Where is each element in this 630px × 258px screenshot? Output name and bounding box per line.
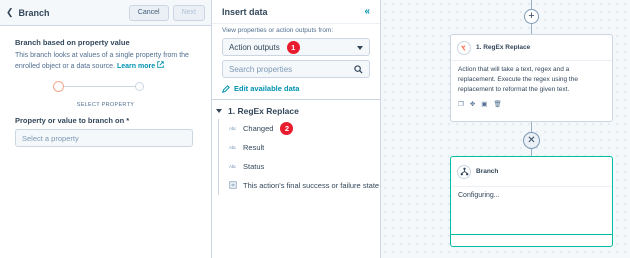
- list-item[interactable]: Abc Changed 2: [219, 119, 380, 138]
- branch-card-title: Branch: [476, 168, 499, 175]
- move-icon[interactable]: ✥: [470, 100, 475, 108]
- step-badge-1: 1: [286, 40, 300, 54]
- insert-data-panel: Insert data « View properties or action …: [212, 0, 381, 258]
- chevron-down-icon: [216, 109, 222, 113]
- search-placeholder: Search properties: [229, 64, 293, 74]
- panel-title: Branch: [18, 7, 50, 18]
- action-group-title: 1. RegEx Replace: [228, 106, 299, 116]
- list-item[interactable]: Abc Result: [219, 138, 380, 157]
- view-from-label: View properties or action outputs from:: [222, 27, 334, 34]
- branch-config-panel: ❮ Branch Cancel Next Branch based on pro…: [0, 0, 212, 258]
- action-card-title: 1. RegEx Replace: [476, 44, 531, 51]
- close-icon[interactable]: ✕: [523, 132, 540, 149]
- chevron-left-icon[interactable]: ❮: [6, 7, 14, 18]
- list-item[interactable]: Abc Status: [219, 157, 380, 176]
- action-card-toolbar: ❐ ✥ ▣ 🗑: [451, 99, 612, 109]
- action-card[interactable]: 1. RegEx Replace Action that will take a…: [450, 34, 613, 122]
- enumeration-property-icon: [229, 181, 243, 190]
- collapse-panel-icon[interactable]: «: [364, 6, 370, 17]
- clone-icon[interactable]: ▣: [481, 100, 487, 108]
- action-card-description: Action that will take a text, regex and …: [458, 66, 578, 93]
- property-select[interactable]: Select a property: [15, 129, 193, 147]
- edit-available-data-link[interactable]: Edit available data: [212, 78, 380, 93]
- next-button[interactable]: Next: [172, 4, 205, 21]
- learn-more-link[interactable]: Learn more: [117, 61, 164, 70]
- external-link-icon: [157, 61, 164, 68]
- step-badge-2: 2: [280, 122, 294, 135]
- step-current-indicator: [53, 81, 64, 92]
- text-property-icon: Abc: [229, 164, 236, 169]
- branch-panel-header: ❮ Branch Cancel Next: [0, 0, 211, 26]
- text-property-icon: Abc: [229, 145, 236, 150]
- branch-card-status: Configuring...: [458, 192, 500, 199]
- cancel-button[interactable]: Cancel: [128, 4, 169, 21]
- step-progress: [15, 78, 196, 102]
- branch-icon: [457, 164, 471, 179]
- insert-data-title: Insert data: [222, 6, 268, 17]
- branch-description: This branch looks at values of a single …: [15, 50, 196, 72]
- dropdown-value: Action outputs: [229, 42, 280, 52]
- step-label: SELECT PROPERTY: [76, 102, 135, 108]
- branch-heading: Branch based on property value: [15, 38, 130, 47]
- search-icon[interactable]: [354, 65, 363, 74]
- step-next-indicator: [135, 82, 144, 91]
- pencil-icon: [222, 84, 230, 93]
- custom-code-icon: [457, 40, 471, 55]
- workflow-canvas: + 1. RegEx Replace Action that will take…: [381, 0, 630, 258]
- data-source-dropdown[interactable]: Action outputs 1: [222, 38, 370, 56]
- text-property-icon: Abc: [229, 126, 236, 131]
- action-output-list: Abc Changed 2 Abc Result Abc Status This…: [218, 119, 380, 195]
- list-item[interactable]: This action's final success or failure s…: [219, 176, 380, 195]
- action-group-header[interactable]: 1. RegEx Replace: [212, 100, 380, 116]
- delete-icon[interactable]: 🗑: [493, 100, 501, 108]
- copy-icon[interactable]: ❐: [458, 100, 464, 108]
- search-input[interactable]: Search properties: [222, 60, 370, 78]
- branch-card[interactable]: Branch Configuring...: [450, 156, 613, 247]
- chevron-down-icon: [357, 46, 363, 50]
- add-action-button[interactable]: +: [524, 9, 539, 24]
- property-field-label: Property or value to branch on *: [15, 116, 130, 125]
